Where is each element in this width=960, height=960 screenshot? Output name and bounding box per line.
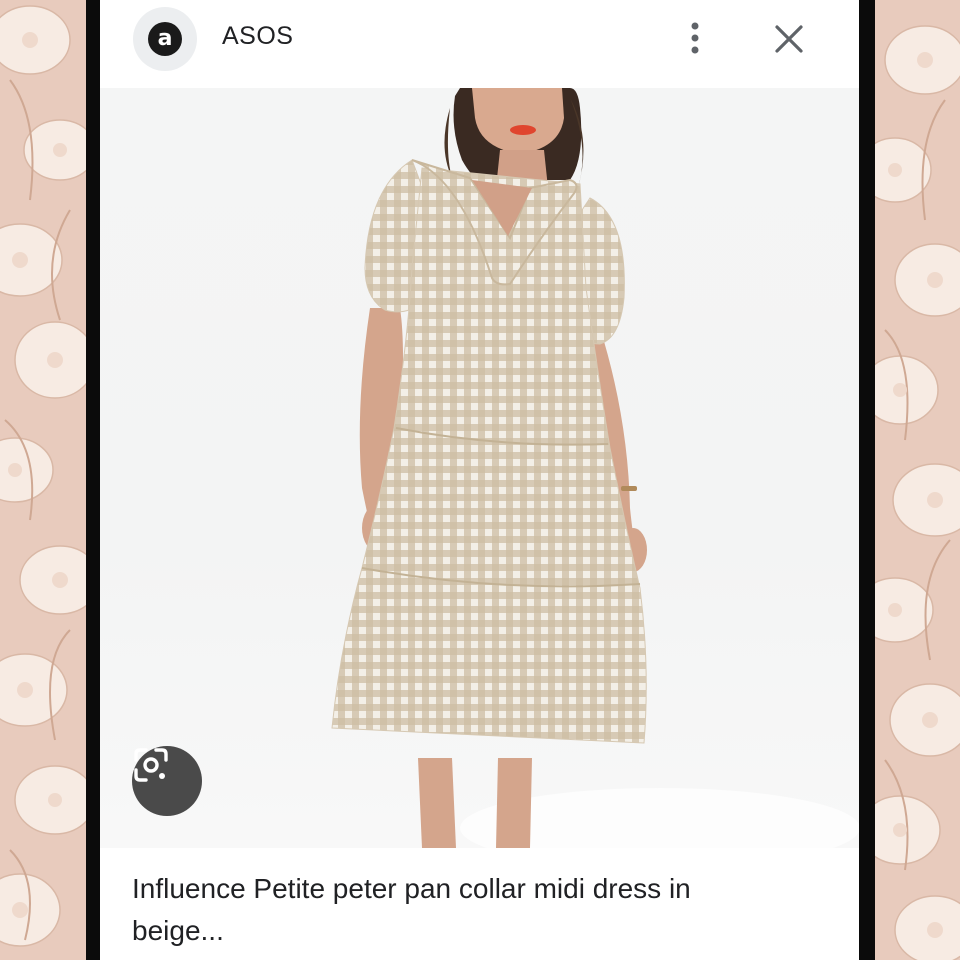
- viewer-header: a ASOS: [100, 0, 859, 88]
- site-name[interactable]: ASOS: [222, 22, 293, 51]
- more-vert-icon[interactable]: [680, 18, 710, 58]
- image-viewer-panel: a ASOS Influence Petite peter pan collar…: [100, 0, 859, 960]
- floral-background-right: [875, 0, 960, 960]
- page: a ASOS Influence Petite peter pan collar…: [0, 0, 960, 960]
- floral-background-left: [0, 0, 86, 960]
- asos-logo-icon[interactable]: a: [133, 7, 197, 71]
- logo-letter: a: [148, 22, 182, 56]
- product-image[interactable]: [100, 88, 859, 848]
- device-bezel-right: [859, 0, 875, 960]
- device-bezel-left: [86, 0, 100, 960]
- close-icon[interactable]: [770, 20, 808, 58]
- product-title-link[interactable]: Influence Petite peter pan collar midi d…: [132, 868, 692, 952]
- google-lens-icon[interactable]: [132, 746, 202, 816]
